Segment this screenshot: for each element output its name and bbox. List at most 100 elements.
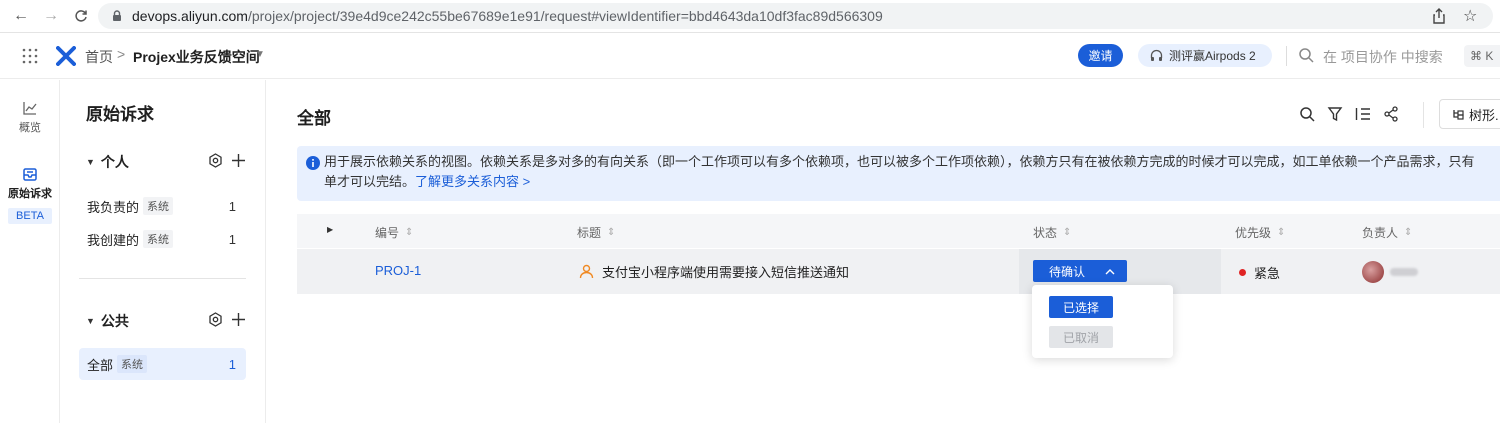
headphones-icon	[1150, 49, 1163, 61]
url-path: /projex/project/39e4d9ce242c55be67689e1e…	[247, 8, 883, 24]
add-view-plus-icon[interactable]	[231, 153, 246, 168]
column-label: 优先级	[1235, 226, 1272, 240]
group-label: 公共	[100, 313, 129, 329]
view-item-label: 我创建的	[87, 232, 140, 248]
invite-button[interactable]: 邀请	[1078, 44, 1123, 67]
owner-name-redacted	[1390, 268, 1418, 276]
sort-icon[interactable]: ⇕	[1063, 227, 1071, 238]
group-label: 个人	[100, 154, 129, 170]
status-dropdown-button[interactable]: 待确认	[1033, 260, 1127, 282]
breadcrumb-separator: >	[117, 46, 126, 62]
status-dropdown-menu: 已选择 已取消	[1032, 285, 1173, 358]
tree-view-icon	[1453, 109, 1464, 120]
breadcrumb-home[interactable]: 首页	[85, 47, 113, 67]
banner-text-line1: 用于展示依赖关系的视图。依赖关系是多对多的有向关系（即一个工作项可以有多个依赖项…	[324, 154, 1475, 169]
status-option-cancelled[interactable]: 已取消	[1049, 326, 1113, 348]
column-header-title[interactable]: 标题 ⇕	[577, 224, 615, 241]
rail-item-request[interactable]: 原始诉求	[0, 166, 60, 201]
app-header: 首页 > Projex业务反馈空间 ▼ 邀请 测评赢Airpods 2 在 项目…	[0, 33, 1500, 79]
view-item-my-created[interactable]: 我创建的 系统 1	[79, 223, 246, 255]
priority-cell[interactable]: 紧急	[1239, 263, 1280, 282]
priority-urgent-dot	[1239, 269, 1246, 276]
group-public[interactable]: ▼ 公共	[86, 310, 246, 332]
header-divider	[1286, 46, 1287, 66]
beta-badge: BETA	[8, 208, 52, 224]
sort-icon[interactable]: ⇕	[1277, 227, 1285, 238]
projex-logo-icon[interactable]	[56, 46, 76, 66]
priority-label: 紧急	[1254, 266, 1281, 281]
view-item-label: 我负责的	[87, 199, 140, 215]
view-count: 1	[228, 356, 236, 372]
app-grid-icon[interactable]	[22, 48, 38, 64]
table-header: ▶ 编号 ⇕ 标题 ⇕ 状态 ⇕ 优先级 ⇕ 负责人 ⇕	[297, 214, 1500, 248]
info-banner: 用于展示依赖关系的视图。依赖关系是多对多的有向关系（即一个工作项可以有多个依赖项…	[297, 146, 1500, 201]
info-icon	[306, 156, 320, 170]
global-search-input[interactable]: 在 项目协作 中搜索	[1323, 47, 1443, 67]
main-content: 全部 树形. 用于展示依赖关系的视图。依赖关系是多对多的有向关系（即一个工作项可…	[267, 80, 1500, 423]
system-tag: 系统	[143, 230, 174, 248]
search-icon[interactable]	[1299, 106, 1315, 122]
settings-gear-icon[interactable]	[208, 153, 223, 168]
column-label: 状态	[1033, 226, 1058, 240]
view-sidebar: 原始诉求 ▼ 个人 我负责的 系统 1 我创建的 系统 1 ▼ 公共 全部 系统…	[61, 80, 266, 423]
item-title: 支付宝小程序端使用需要接入短信推送通知	[602, 265, 850, 280]
view-item-my-responsible[interactable]: 我负责的 系统 1	[79, 190, 246, 222]
rail-item-overview[interactable]: 概览	[0, 100, 60, 135]
column-header-owner[interactable]: 负责人 ⇕	[1362, 224, 1412, 241]
add-view-plus-icon[interactable]	[231, 312, 246, 327]
user-request-icon	[579, 264, 594, 279]
owner-cell[interactable]	[1362, 261, 1418, 283]
column-header-id[interactable]: 编号 ⇕	[375, 224, 413, 241]
view-mode-button[interactable]: 树形.	[1439, 99, 1500, 129]
page-title: 全部	[297, 109, 331, 128]
item-title-cell[interactable]: 支付宝小程序端使用需要接入短信推送通知	[579, 262, 849, 281]
rail-item-label: 概览	[19, 122, 41, 134]
view-mode-label: 树形.	[1469, 107, 1499, 123]
system-tag: 系统	[143, 197, 174, 215]
breadcrumb-workspace[interactable]: Projex业务反馈空间	[133, 47, 260, 67]
rail-item-label: 原始诉求	[8, 188, 52, 200]
expand-all-caret-icon[interactable]: ▶	[327, 225, 333, 234]
bookmark-star-icon[interactable]: ☆	[1463, 6, 1477, 26]
search-shortcut-hint: ⌘ K	[1464, 45, 1500, 67]
work-item-table: ▶ 编号 ⇕ 标题 ⇕ 状态 ⇕ 优先级 ⇕ 负责人 ⇕ PROJ-1 支付宝小程序端使用…	[297, 214, 1500, 294]
sort-icon[interactable]: ⇕	[607, 227, 615, 238]
view-count: 1	[228, 231, 236, 247]
view-item-label: 全部	[87, 357, 114, 373]
sort-icon[interactable]: ⇕	[1404, 227, 1412, 238]
search-icon[interactable]	[1298, 47, 1314, 63]
left-rail: 概览 原始诉求 BETA	[0, 80, 60, 423]
address-bar[interactable]: devops.aliyun.com/projex/project/39e4d9c…	[98, 3, 1493, 29]
settings-gear-icon[interactable]	[208, 312, 223, 327]
view-count: 1	[228, 198, 236, 214]
reload-icon[interactable]	[70, 5, 92, 27]
caret-down-icon[interactable]: ▼	[86, 157, 95, 167]
share-page-icon[interactable]	[1432, 8, 1446, 24]
status-option-selected[interactable]: 已选择	[1049, 296, 1113, 318]
status-label: 待确认	[1049, 264, 1086, 279]
chart-line-icon	[23, 102, 37, 115]
promo-button[interactable]: 测评赢Airpods 2	[1138, 44, 1272, 67]
chevron-up-icon	[1105, 268, 1115, 274]
column-label: 负责人	[1362, 226, 1399, 240]
table-row[interactable]: PROJ-1 支付宝小程序端使用需要接入短信推送通知 待确认 紧急	[297, 248, 1500, 294]
column-header-priority[interactable]: 优先级 ⇕	[1235, 224, 1285, 241]
item-id-link[interactable]: PROJ-1	[375, 263, 421, 278]
forward-arrow-icon[interactable]: →	[40, 5, 62, 27]
share-icon[interactable]	[1383, 106, 1399, 122]
avatar	[1362, 261, 1384, 283]
system-tag: 系统	[117, 355, 148, 373]
banner-text-line2: 单才可以完结。	[324, 174, 416, 189]
column-header-status[interactable]: 状态 ⇕	[1033, 224, 1071, 241]
lock-icon	[113, 10, 121, 21]
group-personal[interactable]: ▼ 个人	[86, 151, 246, 173]
field-list-icon[interactable]	[1355, 106, 1371, 122]
sort-icon[interactable]: ⇕	[405, 227, 413, 238]
view-item-all[interactable]: 全部 系统 1	[79, 348, 246, 380]
filter-icon[interactable]	[1327, 106, 1343, 122]
caret-down-icon[interactable]: ▼	[86, 316, 95, 326]
browser-toolbar: ← → devops.aliyun.com/projex/project/39e…	[0, 0, 1500, 33]
learn-more-link[interactable]: 了解更多关系内容 >	[415, 174, 530, 189]
back-arrow-icon[interactable]: ←	[10, 5, 32, 27]
chevron-down-icon[interactable]: ▼	[255, 49, 265, 60]
